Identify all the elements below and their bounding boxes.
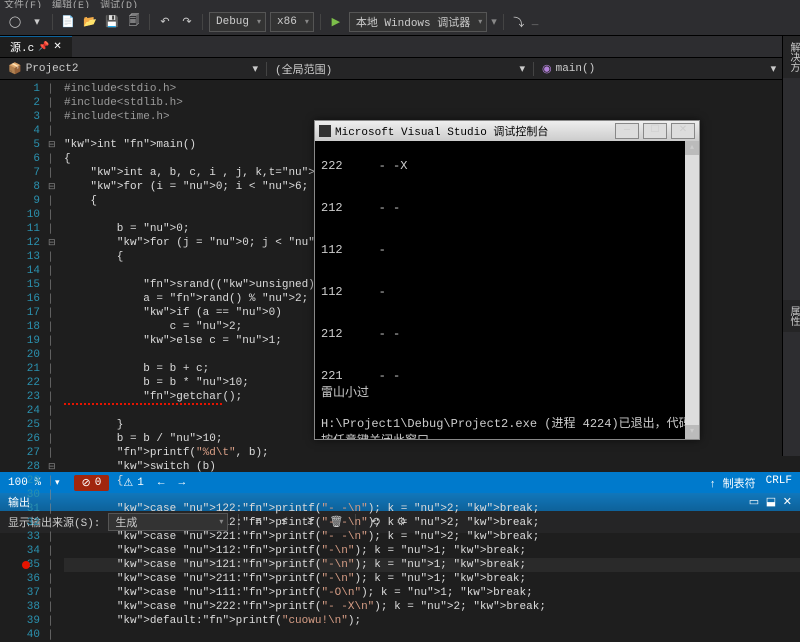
code-line[interactable] xyxy=(64,628,800,642)
nav-func[interactable]: ◉ main() ▾ ✚ xyxy=(534,60,800,78)
breakpoint-icon[interactable] xyxy=(22,561,30,569)
console-title: Microsoft Visual Studio 调试控制台 xyxy=(335,123,611,139)
config-combo[interactable]: Debug xyxy=(209,12,266,32)
debug-console-window: Microsoft Visual Studio 调试控制台 — ☐ ✕ 222 … xyxy=(314,120,700,440)
tab-source[interactable]: 源.c 📌 ✕ xyxy=(0,36,72,57)
step-icon[interactable]: ⤵ xyxy=(510,13,528,31)
properties-tab[interactable]: 属性 xyxy=(783,300,800,332)
nav-scope[interactable]: (全局范围) ▾ xyxy=(267,59,533,79)
code-line[interactable]: "kw">case "nu">221:"fn">printf("- -\n");… xyxy=(64,530,800,544)
code-line[interactable]: "kw">case "nu">111:"fn">printf("-O\n"); … xyxy=(64,586,800,600)
nav-back-icon[interactable]: ◯ xyxy=(6,13,24,31)
code-line[interactable]: "kw">case "nu">211:"fn">printf("-\n"); k… xyxy=(64,572,800,586)
nav-fwd-icon[interactable]: ▾ xyxy=(28,13,46,31)
toolbar: ◯ ▾ 📄 📂 💾 🗐 ↶ ↷ Debug x86 ▶ 本地 Windows 调… xyxy=(0,8,800,36)
new-file-icon[interactable]: 📄 xyxy=(59,13,77,31)
menu-item[interactable]: 调试(D) xyxy=(100,0,138,8)
tab-label: 源.c xyxy=(10,39,34,55)
code-line[interactable] xyxy=(64,488,800,502)
fold-gutter[interactable]: ││││⊟││⊟│││⊟│││││││││││││││⊟││││││││││││ xyxy=(48,80,64,472)
output-source-combo[interactable]: 生成 xyxy=(108,513,228,531)
platform-combo[interactable]: x86 xyxy=(270,12,314,32)
code-line[interactable]: "kw">case "nu">222:"fn">printf("- -X\n")… xyxy=(64,600,800,614)
nav-project[interactable]: 📦 Project2 ▾ xyxy=(0,60,266,78)
save-all-icon[interactable]: 🗐 xyxy=(125,13,143,31)
save-icon[interactable]: 💾 xyxy=(103,13,121,31)
menu-item[interactable]: 编辑(E) xyxy=(52,0,90,8)
maximize-button[interactable]: ☐ xyxy=(643,123,667,139)
start-debug-icon[interactable]: ▶ xyxy=(327,13,345,31)
console-titlebar[interactable]: Microsoft Visual Studio 调试控制台 — ☐ ✕ xyxy=(315,121,699,141)
code-line[interactable]: #include<stdlib.h> xyxy=(64,96,800,110)
pin-icon[interactable]: 📌 xyxy=(38,42,49,52)
code-line[interactable]: "kw">case "nu">121:"fn">printf("-\n"); k… xyxy=(64,558,800,572)
code-line[interactable]: "kw">case "nu">112:"fn">printf("-\n"); k… xyxy=(64,544,800,558)
console-scrollbar[interactable]: ▴ ▾ xyxy=(685,141,699,439)
code-line[interactable]: #include<stdio.h> xyxy=(64,82,800,96)
close-icon[interactable]: ✕ xyxy=(53,41,61,53)
line-gutter: 1234567891011121314151617181920212223242… xyxy=(0,80,48,472)
menu-item[interactable]: 文件(F) xyxy=(4,0,42,8)
open-icon[interactable]: 📂 xyxy=(81,13,99,31)
nav-bar: 📦 Project2 ▾ (全局范围) ▾ ◉ main() ▾ ✚ xyxy=(0,58,800,80)
code-line[interactable]: "fn">printf("%d\t", b); xyxy=(64,446,800,460)
tab-strip: 源.c 📌 ✕ ▾ xyxy=(0,36,800,58)
redo-icon[interactable]: ↷ xyxy=(178,13,196,31)
undo-icon[interactable]: ↶ xyxy=(156,13,174,31)
scroll-down-icon[interactable]: ▾ xyxy=(685,425,699,439)
code-line[interactable]: { xyxy=(64,474,800,488)
scroll-up-icon[interactable]: ▴ xyxy=(685,141,699,155)
code-line[interactable]: "kw">switch (b) xyxy=(64,460,800,474)
close-button[interactable]: ✕ xyxy=(671,123,695,139)
console-body[interactable]: 222 - -X 212 - - 112 - 112 - 212 - - 221… xyxy=(315,141,699,439)
console-icon xyxy=(319,125,331,137)
solution-explorer-tab[interactable]: 解决方 xyxy=(783,36,800,78)
minimize-button[interactable]: — xyxy=(615,123,639,139)
right-panel: 解决方 属性 xyxy=(782,36,800,456)
menu-bar: 文件(F) 编辑(E) 调试(D) xyxy=(0,0,800,8)
debugger-combo[interactable]: 本地 Windows 调试器 xyxy=(349,12,487,32)
code-line[interactable]: "kw">default:"fn">printf("cuowu!\n"); xyxy=(64,614,800,628)
